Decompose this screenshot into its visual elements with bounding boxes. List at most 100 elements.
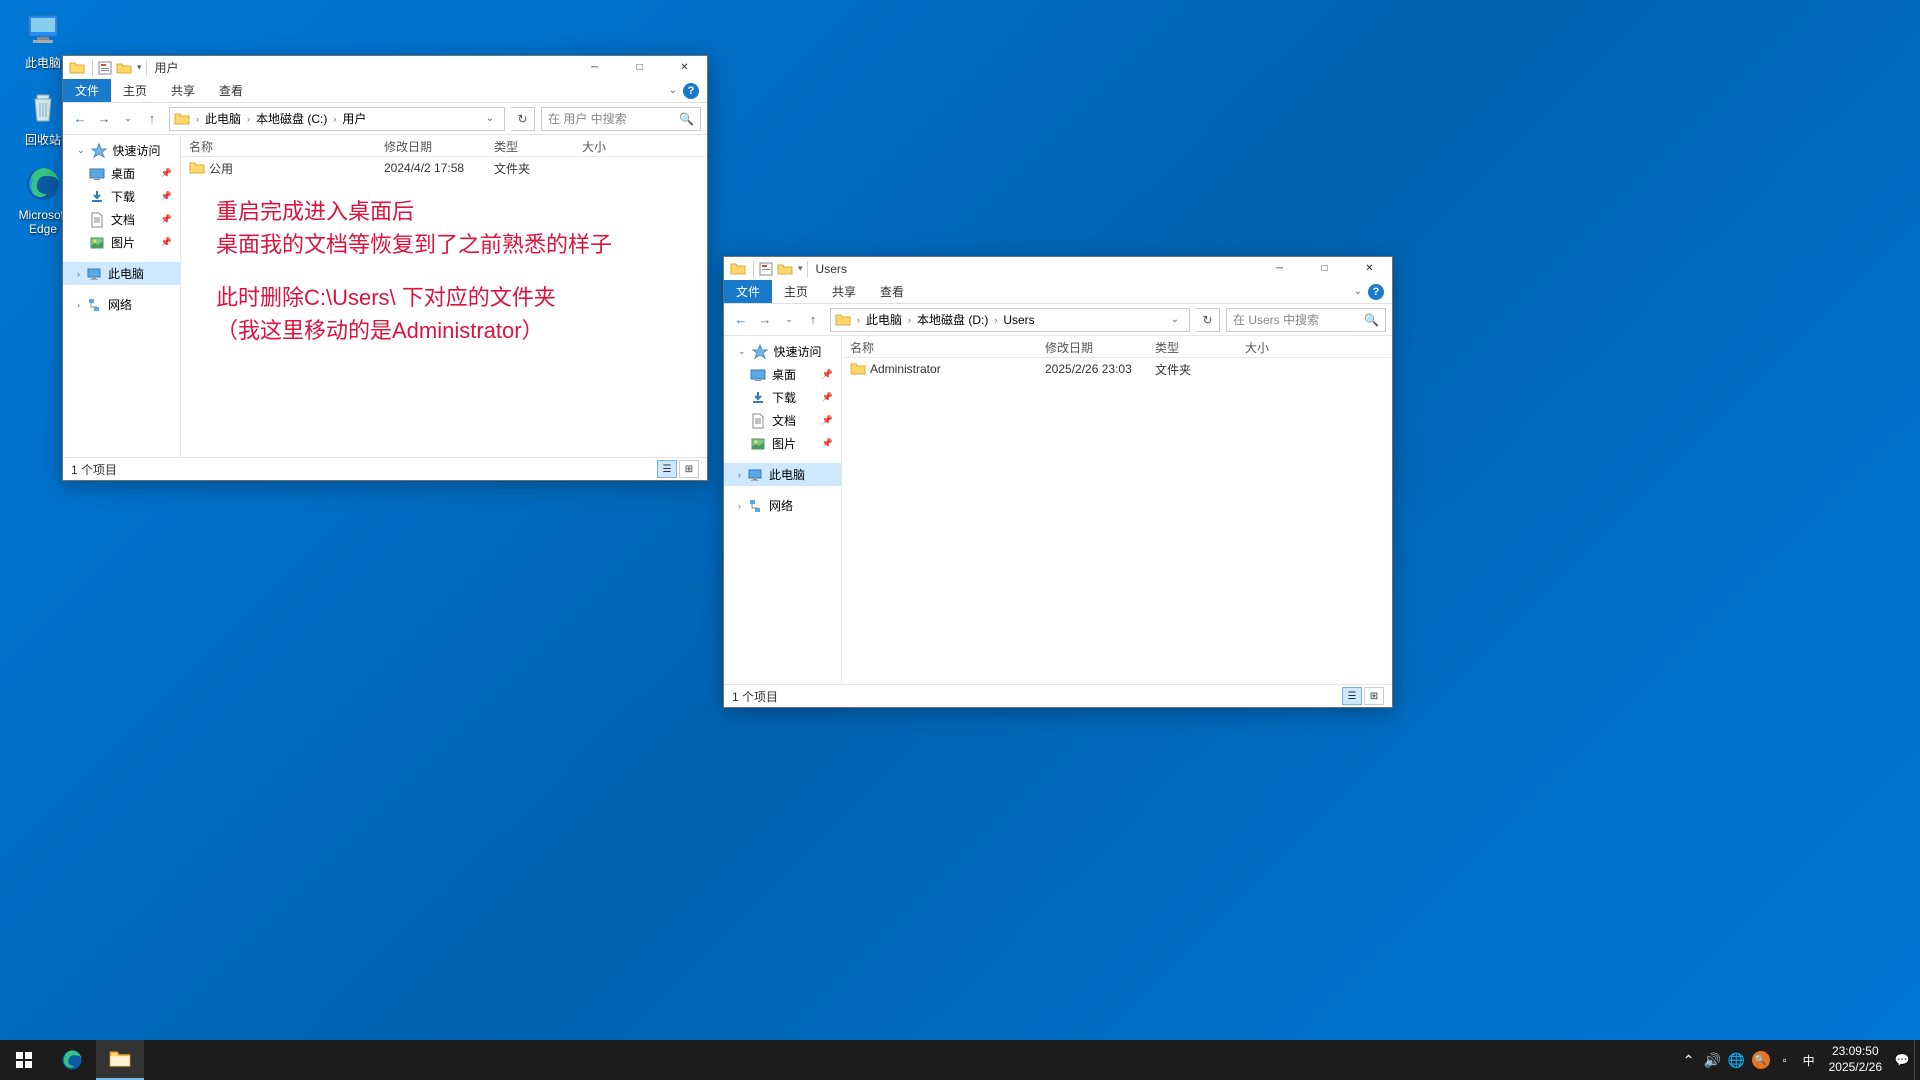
nav-pictures[interactable]: 图片📌 [724, 432, 841, 455]
new-folder-icon[interactable] [116, 60, 132, 76]
help-button[interactable]: ? [683, 83, 699, 99]
nav-documents[interactable]: 文档📌 [63, 208, 180, 231]
tray-app-icon[interactable]: ▫ [1773, 1040, 1797, 1080]
file-list[interactable]: 名称 修改日期 类型 大小 公用 2024/4/2 17:58 文件夹 重启完成… [181, 135, 707, 457]
breadcrumb-arrow-icon[interactable]: › [331, 114, 338, 124]
qat-dropdown-icon[interactable]: ▾ [798, 263, 803, 274]
nav-downloads[interactable]: 下载📌 [724, 386, 841, 409]
file-row[interactable]: Administrator 2025/2/26 23:03 文件夹 [842, 358, 1392, 380]
tab-view[interactable]: 查看 [868, 280, 916, 303]
breadcrumb-segment[interactable]: 此电脑 [862, 311, 906, 328]
help-button[interactable]: ? [1368, 284, 1384, 300]
qat-dropdown-icon[interactable]: ▾ [137, 62, 142, 73]
maximize-button[interactable]: □ [617, 56, 662, 79]
nav-this-pc[interactable]: ›此电脑 [724, 463, 841, 486]
refresh-button[interactable]: ↻ [1196, 308, 1220, 332]
close-button[interactable]: ✕ [1347, 257, 1392, 280]
folder-icon [730, 261, 746, 277]
column-name[interactable]: 名称 [842, 336, 1037, 357]
column-size[interactable]: 大小 [1237, 336, 1317, 357]
download-icon [750, 390, 766, 406]
nav-up-button[interactable]: ↑ [141, 108, 163, 130]
breadcrumb-arrow-icon[interactable]: › [194, 114, 201, 124]
nav-up-button[interactable]: ↑ [802, 309, 824, 331]
details-view-button[interactable]: ☰ [657, 460, 677, 478]
folder-icon [69, 60, 85, 76]
refresh-button[interactable]: ↻ [511, 107, 535, 131]
breadcrumb-arrow-icon[interactable]: › [245, 114, 252, 124]
icons-view-button[interactable]: ⊞ [679, 460, 699, 478]
tab-share[interactable]: 共享 [820, 280, 868, 303]
nav-desktop[interactable]: 桌面📌 [724, 363, 841, 386]
details-view-button[interactable]: ☰ [1342, 687, 1362, 705]
search-input[interactable]: 在 用户 中搜索 🔍 [541, 107, 701, 131]
column-date[interactable]: 修改日期 [1037, 336, 1147, 357]
taskbar-edge[interactable] [48, 1040, 96, 1080]
start-button[interactable] [0, 1040, 48, 1080]
file-list[interactable]: 名称 修改日期 类型 大小 Administrator 2025/2/26 23… [842, 336, 1392, 684]
column-name[interactable]: 名称 [181, 135, 376, 156]
nav-back-button[interactable]: ← [730, 309, 752, 331]
nav-network[interactable]: ›网络 [63, 293, 180, 316]
column-size[interactable]: 大小 [574, 135, 654, 156]
nav-history-button[interactable]: ⌄ [117, 108, 139, 130]
ribbon-expand-icon[interactable]: ⌄ [1354, 286, 1362, 297]
nav-quick-access[interactable]: ⌄快速访问 [63, 139, 180, 162]
column-type[interactable]: 类型 [1147, 336, 1237, 357]
breadcrumb-segment[interactable]: 此电脑 [201, 110, 245, 127]
column-date[interactable]: 修改日期 [376, 135, 486, 156]
tab-view[interactable]: 查看 [207, 79, 255, 102]
tab-share[interactable]: 共享 [159, 79, 207, 102]
minimize-button[interactable]: ─ [572, 56, 617, 79]
ribbon-expand-icon[interactable]: ⌄ [669, 85, 677, 96]
nav-this-pc[interactable]: ›此电脑 [63, 262, 180, 285]
icons-view-button[interactable]: ⊞ [1364, 687, 1384, 705]
properties-icon[interactable] [758, 261, 774, 277]
window-title: Users [816, 262, 1257, 276]
search-highlight-icon[interactable]: 🔍 [1752, 1051, 1770, 1069]
ime-icon[interactable]: 中 [1797, 1040, 1821, 1080]
tab-home[interactable]: 主页 [111, 79, 159, 102]
breadcrumb-segment[interactable]: 用户 [338, 110, 370, 127]
address-bar[interactable]: › 此电脑 › 本地磁盘 (C:) › 用户 ⌄ [169, 107, 505, 131]
network-icon[interactable]: 🌐 [1725, 1040, 1749, 1080]
taskbar-explorer[interactable] [96, 1040, 144, 1080]
nav-downloads[interactable]: 下载📌 [63, 185, 180, 208]
tab-file[interactable]: 文件 [63, 79, 111, 102]
nav-forward-button[interactable]: → [754, 309, 776, 331]
breadcrumb-arrow-icon[interactable]: › [855, 315, 862, 325]
nav-network[interactable]: ›网络 [724, 494, 841, 517]
address-bar[interactable]: › 此电脑 › 本地磁盘 (D:) › Users ⌄ [830, 308, 1190, 332]
close-button[interactable]: ✕ [662, 56, 707, 79]
show-desktop-button[interactable] [1914, 1040, 1920, 1080]
nav-forward-button[interactable]: → [93, 108, 115, 130]
volume-icon[interactable]: 🔊 [1701, 1040, 1725, 1080]
clock[interactable]: 23:09:50 2025/2/26 [1821, 1044, 1890, 1075]
properties-icon[interactable] [97, 60, 113, 76]
nav-desktop[interactable]: 桌面📌 [63, 162, 180, 185]
column-type[interactable]: 类型 [486, 135, 574, 156]
minimize-button[interactable]: ─ [1257, 257, 1302, 280]
breadcrumb-segment[interactable]: Users [999, 313, 1038, 327]
file-row[interactable]: 公用 2024/4/2 17:58 文件夹 [181, 157, 707, 179]
nav-pictures[interactable]: 图片📌 [63, 231, 180, 254]
search-input[interactable]: 在 Users 中搜索 🔍 [1226, 308, 1386, 332]
notifications-button[interactable]: 💬 [1890, 1040, 1914, 1080]
title-bar[interactable]: ▾ Users ─ □ ✕ [724, 257, 1392, 280]
address-dropdown-icon[interactable]: ⌄ [480, 113, 500, 124]
tab-file[interactable]: 文件 [724, 280, 772, 303]
tray-overflow-button[interactable]: ⌃ [1677, 1040, 1701, 1080]
tab-home[interactable]: 主页 [772, 280, 820, 303]
breadcrumb-arrow-icon[interactable]: › [992, 315, 999, 325]
address-dropdown-icon[interactable]: ⌄ [1165, 314, 1185, 325]
maximize-button[interactable]: □ [1302, 257, 1347, 280]
breadcrumb-segment[interactable]: 本地磁盘 (D:) [913, 311, 992, 328]
new-folder-icon[interactable] [777, 261, 793, 277]
title-bar[interactable]: ▾ 用户 ─ □ ✕ [63, 56, 707, 79]
nav-documents[interactable]: 文档📌 [724, 409, 841, 432]
nav-history-button[interactable]: ⌄ [778, 309, 800, 331]
nav-quick-access[interactable]: ⌄快速访问 [724, 340, 841, 363]
breadcrumb-segment[interactable]: 本地磁盘 (C:) [252, 110, 331, 127]
nav-back-button[interactable]: ← [69, 108, 91, 130]
breadcrumb-arrow-icon[interactable]: › [906, 315, 913, 325]
